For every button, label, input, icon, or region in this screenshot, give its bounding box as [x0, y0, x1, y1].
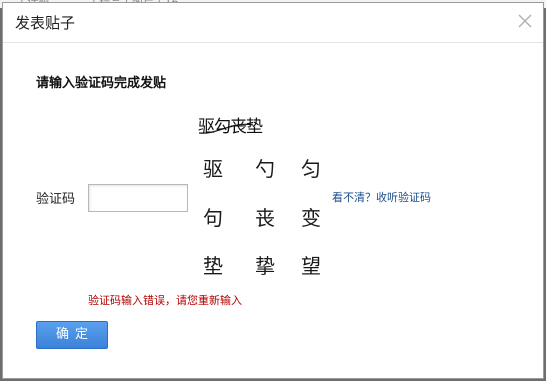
- captcha-char-option[interactable]: 变: [293, 200, 329, 232]
- dialog-header: 发表贴子: [3, 3, 543, 43]
- captcha-char-option[interactable]: 勺: [247, 151, 283, 183]
- confirm-button[interactable]: 确定: [36, 321, 108, 349]
- captcha-char-option[interactable]: 驱: [195, 151, 231, 183]
- captcha-char-option[interactable]: 望: [293, 248, 329, 280]
- post-dialog: 发表贴子 请输入验证码完成发贴 驱勾丧垫 验证码 驱勺匀句丧变垫挚望 看不清？收…: [2, 2, 544, 379]
- close-icon[interactable]: [517, 13, 533, 29]
- captcha-char-option[interactable]: 挚: [247, 248, 283, 280]
- captcha-char-option[interactable]: 丧: [247, 200, 283, 232]
- captcha-image: 驱勾丧垫: [197, 111, 273, 139]
- captcha-input[interactable]: [88, 184, 188, 212]
- captcha-char-option[interactable]: 垫: [195, 248, 231, 280]
- dialog-title: 发表贴子: [15, 14, 76, 32]
- captcha-label: 验证码: [36, 192, 76, 207]
- captcha-prompt: 请输入验证码完成发贴: [36, 76, 167, 91]
- captcha-char-option[interactable]: 匀: [293, 151, 329, 183]
- error-message: 验证码输入错误，请您重新输入: [88, 294, 242, 307]
- listen-captcha-link[interactable]: 看不清？收听验证码: [332, 189, 431, 205]
- captcha-char-option[interactable]: 句: [195, 200, 231, 232]
